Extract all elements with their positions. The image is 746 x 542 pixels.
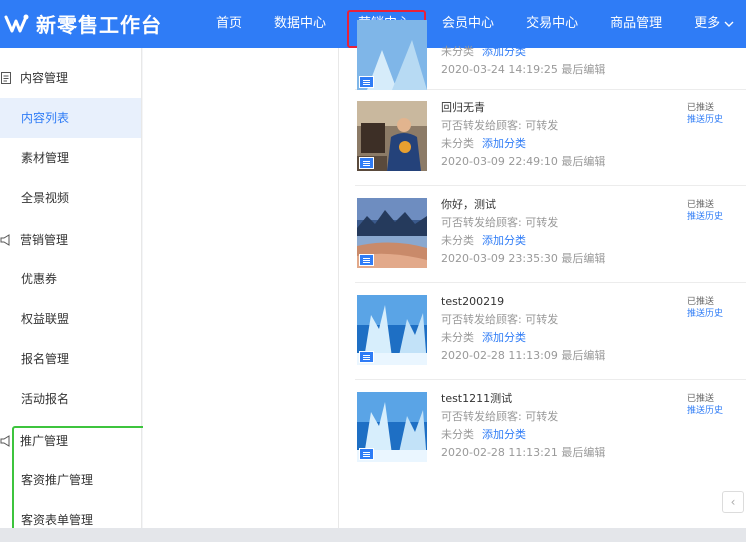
list-item[interactable]: test1211测试 可否转发给顾客: 可转发 未分类 添加分类 2020-02-… (355, 381, 746, 477)
sidebar-group-marketing[interactable]: 营销管理 (0, 231, 68, 248)
edit-date: 2020-03-09 23:35:30 最后编辑 (441, 252, 606, 265)
thumbnail[interactable] (357, 101, 427, 171)
forward-permission: 可否转发给顾客: 可转发 (441, 313, 559, 326)
push-history-link[interactable]: 推送历史 (687, 211, 723, 223)
category-label: 未分类 (441, 234, 474, 247)
nav-home[interactable]: 首页 (200, 0, 258, 48)
push-status: 已推送 (687, 297, 715, 307)
add-category-link[interactable]: 添加分类 (482, 45, 526, 58)
main-nav: 首页 数据中心 营销中心 会员中心 交易中心 商品管理 更多 (200, 0, 746, 48)
list-item[interactable]: 你好，测试 可否转发给顾客: 可转发 未分类 添加分类 2020-03-09 23… (355, 187, 746, 283)
edit-date: 2020-02-28 11:13:09 最后编辑 (441, 349, 606, 362)
thumbnail[interactable] (357, 20, 427, 90)
sidebar-item-event-registration[interactable]: 活动报名 (0, 379, 141, 419)
sidebar-group-label: 营销管理 (20, 233, 69, 247)
add-category-link[interactable]: 添加分类 (482, 234, 526, 247)
sidebar-item-benefits-alliance[interactable]: 权益联盟 (0, 299, 141, 339)
category-label: 未分类 (441, 428, 474, 441)
sidebar-item-content-list[interactable]: 内容列表 (0, 98, 141, 138)
article-title[interactable]: test1211测试 (441, 390, 605, 408)
article-icon (359, 448, 374, 460)
megaphone-icon (0, 233, 10, 246)
nav-member-center[interactable]: 会员中心 (426, 0, 510, 48)
article-title[interactable]: 你好，测试 (441, 196, 605, 214)
forward-permission: 可否转发给顾客: 可转发 (441, 119, 559, 132)
list-item[interactable]: test200219 可否转发给顾客: 可转发 未分类 添加分类 2020-02-… (355, 284, 746, 380)
edit-date: 2020-03-09 22:49:10 最后编辑 (441, 155, 606, 168)
chevron-down-icon (724, 21, 734, 27)
sidebar-group-label: 内容管理 (20, 71, 69, 85)
article-title[interactable]: 回归无青 (441, 99, 605, 117)
app-name: 新零售工作台 (36, 12, 162, 37)
push-history-link[interactable]: 推送历史 (687, 308, 723, 320)
logo-icon (4, 14, 29, 33)
app-logo[interactable]: 新零售工作台 (4, 9, 162, 37)
nav-more-label: 更多 (694, 16, 721, 31)
nav-data-center[interactable]: 数据中心 (258, 0, 342, 48)
list-item[interactable]: 回归无青 可否转发给顾客: 可转发 未分类 添加分类 2020-03-09 22:… (355, 90, 746, 186)
edit-date: 2020-02-28 11:13:21 最后编辑 (441, 446, 606, 459)
bottom-scroll-area (0, 528, 746, 542)
add-category-link[interactable]: 添加分类 (482, 331, 526, 344)
document-icon (1, 71, 11, 84)
highlight-promotion-group (12, 426, 155, 537)
category-label: 未分类 (441, 45, 474, 58)
article-icon (359, 254, 374, 266)
sidebar-item-coupons[interactable]: 优惠券 (0, 259, 141, 299)
nav-product-management[interactable]: 商品管理 (594, 0, 678, 48)
add-category-link[interactable]: 添加分类 (482, 428, 526, 441)
category-label: 未分类 (441, 137, 474, 150)
push-status: 已推送 (687, 394, 715, 404)
category-label: 未分类 (441, 331, 474, 344)
sidebar-group-content[interactable]: 内容管理 (0, 69, 68, 86)
thumbnail[interactable] (357, 392, 427, 462)
middle-panel (143, 48, 338, 542)
nav-trade-center[interactable]: 交易中心 (510, 0, 594, 48)
article-icon (359, 351, 374, 363)
forward-permission: 可否转发给顾客: 可转发 (441, 410, 559, 423)
forward-permission: 可否转发给顾客: 可转发 (441, 216, 559, 229)
thumbnail[interactable] (357, 198, 427, 268)
sidebar-item-panorama-video[interactable]: 全景视频 (0, 178, 141, 218)
push-history-link[interactable]: 推送历史 (687, 114, 723, 126)
article-icon (359, 76, 374, 88)
nav-more[interactable]: 更多 (678, 0, 746, 48)
push-history-link[interactable]: 推送历史 (687, 405, 723, 417)
sidebar-item-materials[interactable]: 素材管理 (0, 138, 141, 178)
add-category-link[interactable]: 添加分类 (482, 137, 526, 150)
push-status: 已推送 (687, 103, 715, 113)
sidebar-item-registration-management[interactable]: 报名管理 (0, 339, 141, 379)
megaphone-icon (0, 434, 10, 447)
edit-date: 2020-03-24 14:19:25 最后编辑 (441, 63, 606, 76)
thumbnail[interactable] (357, 295, 427, 365)
push-status: 已推送 (687, 200, 715, 210)
pagination-prev-button[interactable]: ‹ (722, 491, 744, 513)
list-item[interactable]: 未分类 添加分类 2020-03-24 14:19:25 最后编辑 (355, 20, 746, 90)
article-title[interactable]: test200219 (441, 293, 605, 311)
article-icon (359, 157, 374, 169)
